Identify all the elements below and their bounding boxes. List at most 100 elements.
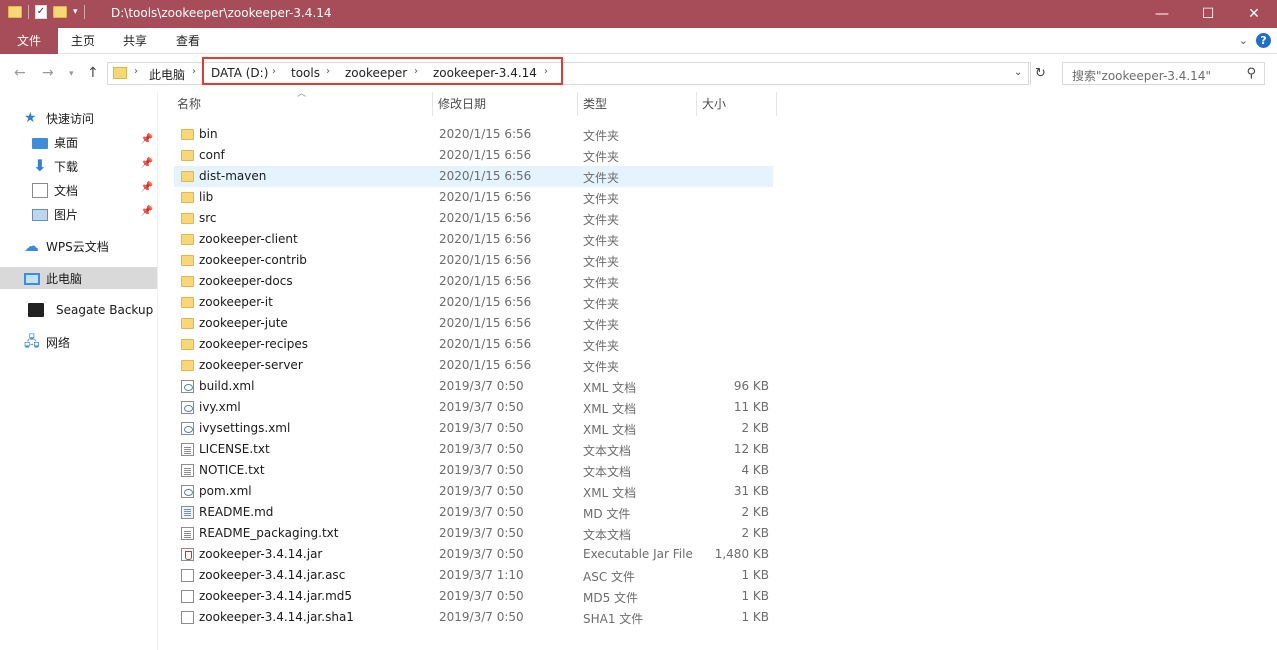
file-row[interactable]: zookeeper-jute 2020/1/15 6:56 文件夹 <box>174 313 773 334</box>
search-input[interactable]: 搜索"zookeeper-3.4.14" ⚲ <box>1062 62 1265 85</box>
nav-item-network[interactable]: 🖧 网络 <box>0 331 157 353</box>
file-row[interactable]: README.md 2019/3/7 0:50 MD 文件 2 KB <box>174 502 773 523</box>
file-name: NOTICE.txt <box>199 463 265 477</box>
file-type: 文件夹 <box>583 360 620 374</box>
breadcrumb-separator-icon[interactable]: › <box>192 66 196 77</box>
file-row[interactable]: zookeeper-server 2020/1/15 6:56 文件夹 <box>174 355 773 376</box>
forward-arrow-icon[interactable]: → <box>42 65 54 81</box>
nav-item-label: 下载 <box>54 159 79 174</box>
file-row[interactable]: NOTICE.txt 2019/3/7 0:50 文本文档 4 KB <box>174 460 773 481</box>
file-row[interactable]: dist-maven 2020/1/15 6:56 文件夹 <box>174 166 773 187</box>
new-folder-icon[interactable] <box>53 6 67 18</box>
file-type: 文件夹 <box>583 150 620 164</box>
maximize-button[interactable]: ☐ <box>1185 0 1231 28</box>
file-row[interactable]: build.xml 2019/3/7 0:50 XML 文档 96 KB <box>174 376 773 397</box>
blank-file-icon <box>181 590 194 603</box>
file-row[interactable]: README_packaging.txt 2019/3/7 0:50 文本文档 2 K… <box>174 523 773 544</box>
file-row[interactable]: zookeeper-client 2020/1/15 6:56 文件夹 <box>174 229 773 250</box>
file-row[interactable]: zookeeper-docs 2020/1/15 6:56 文件夹 <box>174 271 773 292</box>
file-modified-date: 2019/3/7 0:50 <box>439 526 524 540</box>
nav-item-desktop[interactable]: 桌面 📌 <box>0 131 157 153</box>
file-row[interactable]: zookeeper-3.4.14.jar.asc 2019/3/7 1:10 ASC… <box>174 565 773 586</box>
file-type: XML 文档 <box>583 381 637 395</box>
column-header-size[interactable]: 大小 <box>697 92 776 116</box>
nav-item-pictures[interactable]: 图片 📌 <box>0 203 157 225</box>
folder-icon <box>181 150 194 161</box>
nav-item-downloads[interactable]: ⬇ 下载 📌 <box>0 155 157 177</box>
file-modified-date: 2020/1/15 6:56 <box>439 127 532 141</box>
minimize-button[interactable]: — <box>1139 0 1185 28</box>
nav-item-wps-cloud[interactable]: ☁ WPS云文档 <box>0 235 157 257</box>
file-size: 2 KB <box>741 505 769 519</box>
file-type: 文件夹 <box>583 129 620 143</box>
navigation-pane: ★ 快速访问 桌面 📌 ⬇ 下载 📌 文档 📌 图片 📌 ☁ WPS云文档 此电… <box>0 92 158 650</box>
file-row[interactable]: zookeeper-3.4.14.jar 2019/3/7 0:50 Executa… <box>174 544 773 565</box>
file-size: 1 KB <box>741 610 769 624</box>
tab-home[interactable]: 主页 <box>60 28 106 54</box>
nav-item-this-pc[interactable]: 此电脑 <box>0 267 157 289</box>
nav-item-seagate-drive[interactable]: Seagate Backup Plu <box>0 299 157 321</box>
column-header-name[interactable]: 名称 <box>172 92 432 116</box>
column-header-type[interactable]: 类型 <box>578 92 696 116</box>
file-row[interactable]: zookeeper-recipes 2020/1/15 6:56 文件夹 <box>174 334 773 355</box>
file-modified-date: 2019/3/7 0:50 <box>439 547 524 561</box>
folder-icon <box>181 234 194 245</box>
file-type: 文件夹 <box>583 255 620 269</box>
chevron-down-icon[interactable]: ⌄ <box>1239 34 1248 47</box>
breadcrumb-separator-icon[interactable]: › <box>134 66 138 77</box>
download-icon: ⬇ <box>33 156 47 175</box>
column-header-date[interactable]: 修改日期 <box>433 92 577 116</box>
drive-icon <box>28 303 44 317</box>
file-name: zookeeper-it <box>199 295 273 309</box>
pin-icon: 📌 <box>140 206 153 217</box>
refresh-icon[interactable]: ↻ <box>1030 62 1050 85</box>
nav-item-label: 桌面 <box>54 135 79 150</box>
nav-item-documents[interactable]: 文档 📌 <box>0 179 157 201</box>
recent-locations-chevron-icon[interactable]: ▾ <box>69 69 74 79</box>
file-type: 文本文档 <box>583 528 632 542</box>
properties-icon[interactable]: ✓ <box>35 5 47 19</box>
file-modified-date: 2020/1/15 6:56 <box>439 148 532 162</box>
file-modified-date: 2020/1/15 6:56 <box>439 169 532 183</box>
file-modified-date: 2020/1/15 6:56 <box>439 337 532 351</box>
help-icon[interactable]: ? <box>1256 33 1271 48</box>
breadcrumb-this-pc[interactable]: 此电脑 <box>149 66 185 83</box>
file-row[interactable]: lib 2020/1/15 6:56 文件夹 <box>174 187 773 208</box>
file-type: 文件夹 <box>583 171 620 185</box>
folder-icon <box>8 6 22 18</box>
file-size: 1 KB <box>741 568 769 582</box>
star-icon: ★ <box>24 110 37 126</box>
file-modified-date: 2019/3/7 0:50 <box>439 463 524 477</box>
file-modified-date: 2019/3/7 0:50 <box>439 442 524 456</box>
back-arrow-icon[interactable]: ← <box>14 65 26 81</box>
file-modified-date: 2019/3/7 0:50 <box>439 421 524 435</box>
file-row[interactable]: zookeeper-3.4.14.jar.sha1 2019/3/7 0:50 SH… <box>174 607 773 628</box>
search-icon[interactable]: ⚲ <box>1246 66 1256 81</box>
file-name: README.md <box>199 505 274 519</box>
tab-share[interactable]: 共享 <box>112 28 158 54</box>
file-row[interactable]: bin 2020/1/15 6:56 文件夹 <box>174 124 773 145</box>
up-arrow-icon[interactable]: ↑ <box>87 65 99 81</box>
file-row[interactable]: conf 2020/1/15 6:56 文件夹 <box>174 145 773 166</box>
file-row[interactable]: src 2020/1/15 6:56 文件夹 <box>174 208 773 229</box>
file-row[interactable]: ivysettings.xml 2019/3/7 0:50 XML 文档 2 KB <box>174 418 773 439</box>
customize-toolbar-chevron-icon[interactable]: ▾ <box>73 7 78 17</box>
file-row[interactable]: zookeeper-contrib 2020/1/15 6:56 文件夹 <box>174 250 773 271</box>
nav-item-quick-access[interactable]: ★ 快速访问 <box>0 107 157 129</box>
tab-file[interactable]: 文件 <box>0 28 58 54</box>
file-row[interactable]: zookeeper-it 2020/1/15 6:56 文件夹 <box>174 292 773 313</box>
file-type: MD5 文件 <box>583 591 639 605</box>
xml-file-icon <box>181 380 194 393</box>
column-divider[interactable] <box>776 92 777 116</box>
tab-view[interactable]: 查看 <box>165 28 211 54</box>
computer-icon <box>24 272 40 285</box>
file-type: 文本文档 <box>583 465 632 479</box>
close-button[interactable]: ✕ <box>1231 0 1277 28</box>
file-row[interactable]: LICENSE.txt 2019/3/7 0:50 文本文档 12 KB <box>174 439 773 460</box>
file-row[interactable]: pom.xml 2019/3/7 0:50 XML 文档 31 KB <box>174 481 773 502</box>
address-history-chevron-icon[interactable]: ⌄ <box>1014 67 1022 78</box>
file-row[interactable]: ivy.xml 2019/3/7 0:50 XML 文档 11 KB <box>174 397 773 418</box>
pin-icon: 📌 <box>140 134 153 145</box>
file-row[interactable]: zookeeper-3.4.14.jar.md5 2019/3/7 0:50 MD5… <box>174 586 773 607</box>
file-modified-date: 2019/3/7 0:50 <box>439 400 524 414</box>
